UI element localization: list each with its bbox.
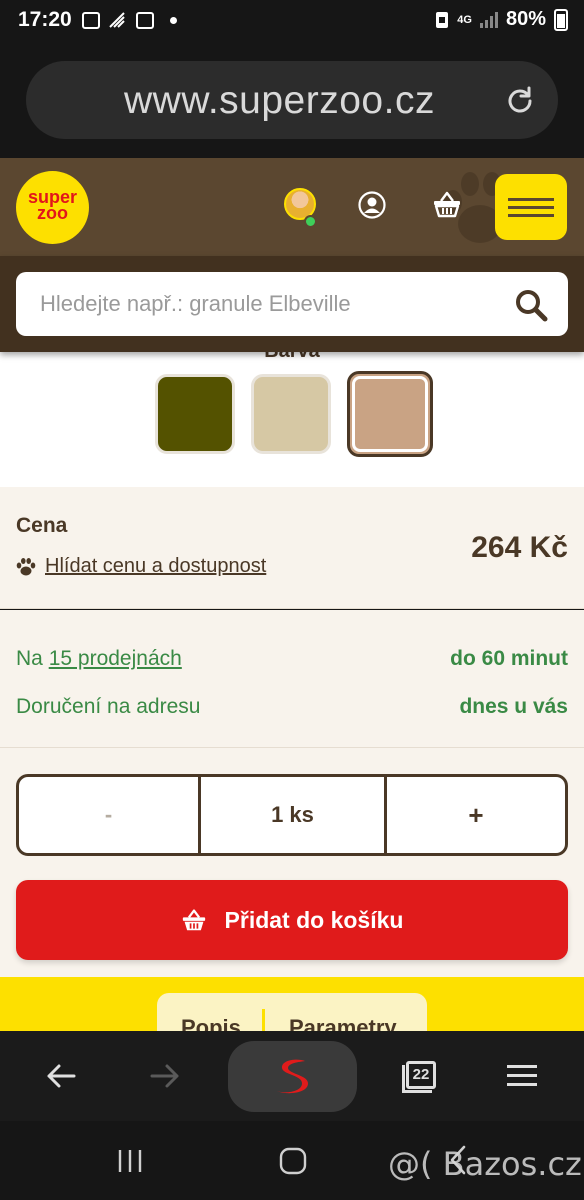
status-time: 17:20	[18, 8, 72, 31]
quantity-stepper: - 1 ks +	[16, 774, 568, 856]
status-bar: 17:20 4G 80%	[0, 0, 584, 42]
recent-apps-icon[interactable]	[117, 1149, 143, 1173]
more-notifications-dot-icon	[170, 16, 177, 24]
color-swatch-beige[interactable]	[251, 374, 331, 454]
store-availability-row: Na 15 prodejnách do 60 minut	[16, 647, 568, 677]
price-value: 264 Kč	[471, 531, 568, 564]
reload-icon[interactable]	[506, 86, 534, 114]
color-selector: Barva	[0, 352, 584, 487]
browser-home-button[interactable]	[228, 1041, 357, 1112]
search-bar	[0, 256, 584, 352]
notification-icons	[82, 11, 177, 29]
system-navigation-bar: @( Bazos.cz	[0, 1121, 584, 1200]
search-input[interactable]	[40, 272, 500, 336]
product-tabs-section: Popis Parametry	[0, 977, 584, 1033]
delivery-time: dnes u vás	[459, 695, 568, 718]
forward-arrow-icon[interactable]	[148, 1059, 182, 1093]
delivery-availability-row: Doručení na adresu dnes u vás	[16, 695, 568, 725]
address-bar[interactable]: www.superzoo.cz	[26, 61, 558, 139]
color-swatch-olive[interactable]	[155, 374, 235, 454]
battery-percent: 80%	[505, 8, 546, 30]
network-type: 4G	[457, 13, 472, 26]
seznam-s-logo-icon	[277, 1059, 309, 1094]
quantity-increase-button[interactable]: +	[387, 777, 565, 853]
stores-time: do 60 minut	[450, 647, 568, 670]
url-text[interactable]: www.superzoo.cz	[124, 79, 435, 123]
shopping-basket-icon[interactable]	[432, 189, 462, 219]
add-to-cart-button[interactable]: Přidat do košíku	[16, 880, 568, 960]
status-right: 4G 80%	[435, 8, 568, 31]
search-box[interactable]	[16, 272, 568, 336]
browser-bottom-nav: 22	[0, 1031, 584, 1121]
product-tabs: Popis Parametry	[157, 993, 427, 1033]
home-icon[interactable]	[279, 1147, 307, 1175]
superzoo-logo[interactable]: super zoo	[16, 171, 89, 244]
purchase-section: - 1 ks + Přidat do košíku	[0, 748, 584, 977]
price-label: Cena	[16, 514, 68, 537]
sim-icon	[436, 11, 449, 28]
color-swatch-tan-selected[interactable]	[347, 371, 433, 457]
search-icon[interactable]	[514, 288, 548, 322]
stores-link[interactable]: 15 prodejnách	[49, 647, 182, 670]
stores-prefix: Na	[16, 647, 43, 670]
cart-basket-icon	[182, 909, 205, 931]
tabs-icon[interactable]: 22	[402, 1061, 438, 1093]
calendar-icon	[136, 11, 154, 29]
battery-icon	[554, 8, 568, 31]
availability-section: Na 15 prodejnách do 60 minut Doručení na…	[0, 610, 584, 748]
watch-price-link[interactable]: Hlídat cenu a dostupnost	[45, 555, 266, 578]
gallery-icon	[82, 11, 100, 29]
browser-menu-icon[interactable]	[507, 1065, 537, 1087]
logo-text-zoo: zoo	[37, 203, 68, 223]
tab-divider	[262, 1009, 265, 1033]
online-status-dot	[304, 215, 317, 228]
phone-screen: 17:20 4G 80% www.superzoo.cz super zoo H…	[0, 0, 584, 1200]
back-arrow-icon[interactable]	[44, 1059, 78, 1093]
user-account-icon[interactable]	[358, 191, 386, 219]
browser-toolbar: www.superzoo.cz	[0, 42, 584, 158]
site-header: super zoo	[0, 158, 584, 256]
watermark: @( Bazos.cz	[388, 1145, 582, 1183]
tab-count: 22	[406, 1061, 436, 1089]
wifi-calling-icon	[109, 12, 125, 28]
quantity-decrease-button[interactable]: -	[19, 777, 201, 853]
price-section: Cena Hlídat cenu a dostupnost 264 Kč	[0, 487, 584, 609]
signal-icon	[479, 11, 498, 28]
main-menu-button[interactable]	[495, 174, 567, 240]
quantity-value[interactable]: 1 ks	[201, 777, 387, 853]
add-to-cart-label: Přidat do košíku	[224, 906, 404, 933]
hamburger-icon	[508, 198, 554, 201]
color-label: Barva	[0, 352, 584, 363]
paw-icon	[16, 558, 36, 576]
delivery-label: Doručení na adresu	[16, 695, 201, 718]
